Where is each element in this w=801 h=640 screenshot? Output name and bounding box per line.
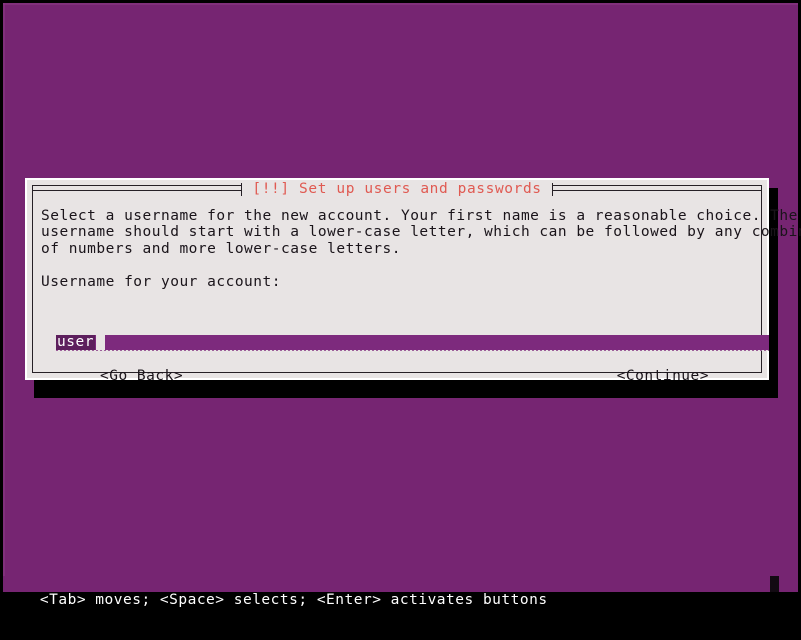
set-up-users-dialog: [!!] Set up users and passwords Select a… — [25, 178, 801, 384]
dialog-button-row: <Go Back> <Continue> — [55, 366, 739, 386]
username-input[interactable]: user — [56, 335, 769, 350]
status-bar-text: <Tab> moves; <Space> selects; <Enter> ac… — [39, 592, 548, 608]
body-line-2: username should start with a lower-case … — [41, 224, 801, 241]
status-bar: <Tab> moves; <Space> selects; <Enter> ac… — [3, 576, 798, 608]
dialog-body: Select a username for the new account. Y… — [41, 208, 801, 384]
body-line-1: Select a username for the new account. Y… — [41, 208, 798, 224]
screen-bevel-top — [3, 3, 798, 5]
dialog-title-bar: [!!] Set up users and passwords — [32, 180, 763, 199]
continue-button[interactable]: <Continue> — [617, 366, 709, 386]
username-input-value[interactable]: user — [56, 335, 95, 350]
installer-screen: [!!] Set up users and passwords Select a… — [0, 0, 801, 608]
username-input-row[interactable]: user — [56, 335, 769, 351]
status-bar-cursor — [770, 576, 779, 592]
title-rule-right — [552, 190, 763, 191]
dialog-title: [!!] Set up users and passwords — [242, 182, 552, 197]
username-prompt-label: Username for your account: — [41, 274, 281, 291]
screen-bevel-left — [3, 3, 5, 592]
text-cursor — [95, 335, 105, 350]
title-rule-left — [32, 190, 242, 191]
go-back-button[interactable]: <Go Back> — [100, 366, 183, 386]
body-line-3: of numbers and more lower-case letters. — [41, 240, 401, 257]
username-input-underline — [56, 350, 769, 351]
